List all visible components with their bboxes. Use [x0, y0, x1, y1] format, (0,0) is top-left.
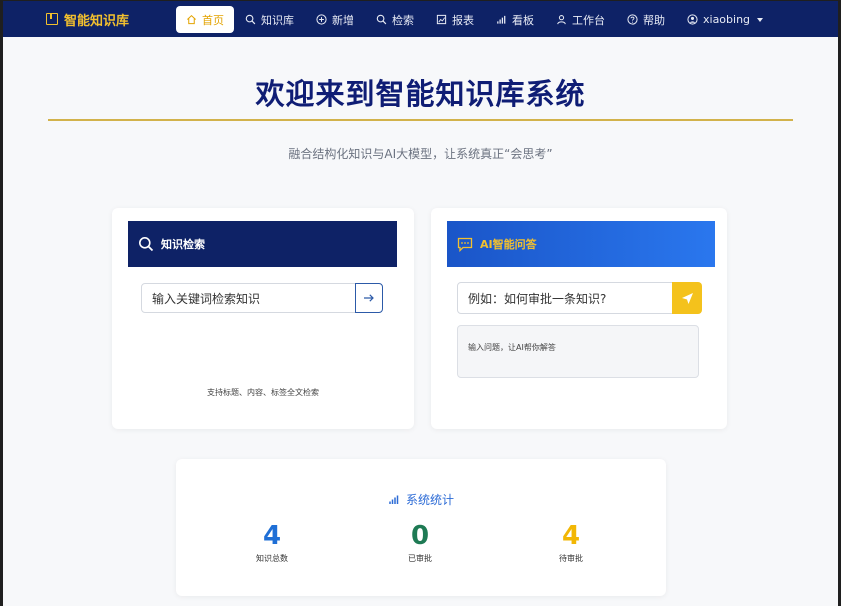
stats-title: 系统统计 [176, 491, 666, 508]
home-icon [187, 14, 196, 25]
stat-total-label: 知识总数 [256, 554, 288, 563]
report-icon [436, 14, 447, 25]
brand-name: 智能知识库 [64, 13, 130, 29]
page-subtitle: 融合结构化知识与AI大模型，让系统真正“会思考” [288, 147, 553, 161]
stat-pending-value: 4 [561, 521, 581, 551]
stat-approved-value: 0 [410, 521, 430, 551]
plus-circle-icon [316, 14, 327, 25]
nav-item-knowledge[interactable]: 知识库 [234, 6, 305, 33]
stats-card: 系统统计 4 知识总数 0 已审批 4 待审批 [176, 459, 666, 596]
stat-approved: 0 已审批 [380, 521, 460, 564]
bar-chart-icon [389, 495, 399, 504]
nav-item-add[interactable]: 新增 [305, 6, 365, 33]
ai-answer-box: 输入问题，让AI帮你解答 [457, 325, 699, 378]
nav-item-search[interactable]: 检索 [365, 6, 425, 33]
user-icon [557, 15, 566, 25]
ai-send-button[interactable] [672, 282, 702, 314]
ai-card: AI智能问答 例如：如何审批一条知识? 输入问题，让AI帮你解答 [431, 208, 727, 429]
search-card: 知识检索 输入关键词检索知识 支持标题、内容、标签全文检索 [112, 208, 414, 429]
search-icon [245, 14, 256, 25]
search-hint: 支持标题、内容、标签全文检索 [207, 388, 319, 397]
search-card-title: 知识检索 [161, 238, 205, 251]
bar-chart-icon [497, 15, 506, 24]
stat-pending: 4 待审批 [531, 521, 611, 564]
arrow-right-icon [364, 294, 374, 302]
stat-total: 4 知识总数 [232, 521, 312, 564]
ai-card-title: AI智能问答 [480, 238, 537, 251]
main-nav: 首页 知识库 新增 检索 报表 看板 工作台 帮助 xiaobing [176, 6, 774, 33]
username: xiaobing [703, 13, 751, 26]
nav-item-dashboard[interactable]: 看板 [485, 6, 545, 33]
search-input[interactable]: 输入关键词检索知识 [141, 283, 356, 313]
ai-card-header: AI智能问答 [447, 221, 715, 267]
book-icon [46, 13, 58, 25]
user-circle-icon [687, 14, 698, 25]
nav-item-help[interactable]: 帮助 [616, 6, 676, 33]
send-icon [681, 292, 693, 304]
search-submit-button[interactable] [355, 283, 383, 313]
stat-pending-label: 待审批 [559, 554, 583, 563]
nav-item-workbench[interactable]: 工作台 [545, 6, 616, 33]
nav-item-home[interactable]: 首页 [176, 6, 234, 33]
search-card-header: 知识检索 [128, 221, 397, 267]
title-divider [48, 119, 793, 121]
top-navbar: 智能知识库 首页 知识库 新增 检索 报表 看板 工作台 帮助 xiaobing [3, 1, 838, 37]
help-icon [627, 14, 638, 25]
page-title: 欢迎来到智能知识库系统 [255, 77, 586, 111]
search-icon [139, 237, 154, 252]
user-menu[interactable]: xiaobing [676, 6, 774, 33]
search-icon [376, 14, 387, 25]
nav-item-report[interactable]: 报表 [425, 6, 485, 33]
ai-question-input[interactable]: 例如：如何审批一条知识? [457, 282, 673, 314]
chevron-down-icon [757, 17, 764, 22]
stat-total-value: 4 [262, 521, 282, 551]
brand-logo[interactable]: 智能知识库 [46, 10, 129, 29]
chat-icon [457, 237, 473, 252]
stat-approved-label: 已审批 [408, 554, 432, 563]
app-window: 智能知识库 首页 知识库 新增 检索 报表 看板 工作台 帮助 xiaobing… [3, 1, 838, 606]
